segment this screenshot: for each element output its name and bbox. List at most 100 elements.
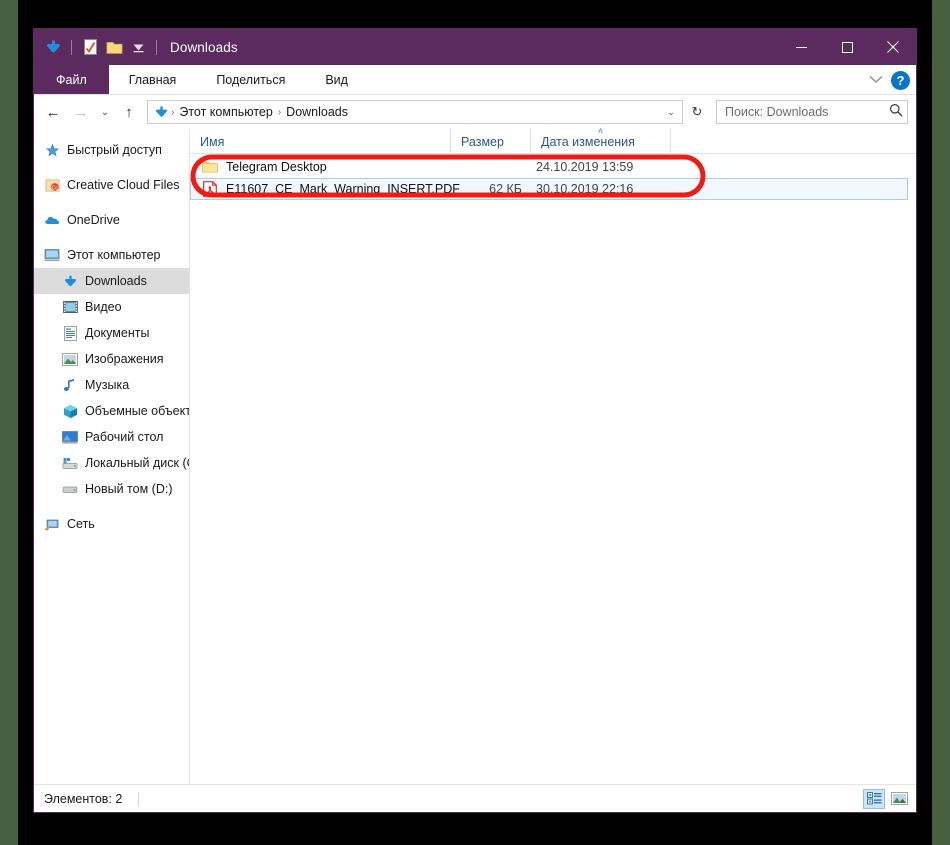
quick-access-toolbar — [34, 36, 162, 58]
file-name: E11607_CE_Mark_Warning_INSERT.PDF — [226, 182, 460, 196]
sidebar-item-label: OneDrive — [67, 213, 120, 227]
sidebar-item-label: Музыка — [85, 378, 130, 392]
breadcrumb-item-this-pc[interactable]: Этот компьютер — [175, 105, 276, 119]
file-name: Telegram Desktop — [226, 160, 327, 174]
tab-view[interactable]: Вид — [305, 65, 368, 94]
pdf-file-icon — [202, 181, 218, 197]
desktop-background-left — [0, 0, 18, 845]
sidebar-item-3d-objects[interactable]: Объемные объект — [34, 398, 189, 424]
file-date-modified: 30.10.2019 22:16 — [536, 182, 634, 196]
close-button[interactable] — [870, 29, 916, 65]
sidebar-item-local-disk-c[interactable]: Локальный диск (C — [34, 450, 189, 476]
sidebar-item-label: Рабочий стол — [85, 430, 164, 444]
ribbon-tab-bar: Файл Главная Поделиться Вид ? — [34, 65, 916, 95]
sidebar-item-creative-cloud-files[interactable]: Cc Creative Cloud Files — [34, 172, 189, 198]
status-bar: Элементов: 2 — [34, 784, 916, 812]
sidebar-item-downloads[interactable]: Downloads — [34, 268, 189, 294]
navigation-pane[interactable]: Быстрый доступ Cc Creative Cloud Files O… — [34, 129, 190, 784]
sidebar-item-label: Документы — [85, 326, 150, 340]
sidebar-item-network[interactable]: Сеть — [34, 511, 189, 537]
maximize-button[interactable] — [824, 29, 870, 65]
file-date-modified: 24.10.2019 13:59 — [536, 160, 634, 174]
tab-share[interactable]: Поделиться — [196, 65, 305, 94]
pictures-icon — [62, 351, 78, 367]
sidebar-item-label: Быстрый доступ — [67, 143, 162, 157]
search-placeholder: Поиск: Downloads — [725, 105, 829, 119]
3d-objects-icon — [62, 403, 78, 419]
videos-icon — [62, 299, 78, 315]
sidebar-gap-1 — [34, 163, 189, 172]
chevron-down-icon[interactable] — [869, 71, 883, 89]
downloads-folder-icon[interactable] — [42, 36, 64, 58]
column-header-date-label: Дата изменения — [541, 135, 635, 149]
file-explorer-window: Downloads Файл Главная Поделиться Вид ? — [33, 28, 917, 813]
sidebar-item-label: Локальный диск (C — [85, 456, 189, 470]
sidebar-item-label: Этот компьютер — [67, 248, 161, 262]
properties-icon[interactable] — [79, 36, 101, 58]
downloads-arrow-icon — [152, 105, 170, 120]
sidebar-item-music[interactable]: Музыка — [34, 372, 189, 398]
status-separator — [138, 791, 140, 806]
network-icon — [44, 516, 60, 532]
item-count-label: Элементов: 2 — [44, 791, 123, 806]
sidebar-gap-2 — [34, 198, 189, 207]
breadcrumb-dropdown-icon[interactable]: ⌄ — [662, 101, 680, 123]
sidebar-item-videos[interactable]: Видео — [34, 294, 189, 320]
tab-file[interactable]: Файл — [34, 65, 109, 94]
refresh-icon[interactable]: ↻ — [686, 100, 708, 124]
back-button[interactable]: ← — [40, 99, 66, 125]
forward-button: → — [73, 103, 89, 121]
up-button[interactable]: ↑ — [116, 99, 142, 125]
file-list-pane: Имя Размер ˄ Дата изменения Telegram Des… — [190, 126, 916, 784]
svg-text:Cc: Cc — [51, 185, 58, 191]
sidebar-item-documents[interactable]: Документы — [34, 320, 189, 346]
downloads-arrow-icon — [62, 273, 78, 289]
sidebar-item-quick-access[interactable]: Быстрый доступ — [34, 137, 189, 163]
sidebar-item-this-pc[interactable]: Этот компьютер — [34, 242, 189, 268]
onedrive-cloud-icon — [44, 212, 60, 228]
address-bar: ← → ⌄ ↑ › Этот компьютер › Downloads ⌄ ↻… — [34, 95, 916, 129]
sidebar-item-onedrive[interactable]: OneDrive — [34, 207, 189, 233]
quick-access-star-icon — [44, 142, 60, 158]
local-disk-icon — [62, 455, 78, 471]
window-title: Downloads — [170, 39, 238, 55]
tab-home[interactable]: Главная — [109, 65, 197, 94]
customize-qat-chevron-icon[interactable] — [127, 36, 149, 58]
sidebar-item-pictures[interactable]: Изображения — [34, 346, 189, 372]
creative-cloud-icon: Cc — [44, 177, 60, 193]
column-header-size[interactable]: Размер — [450, 128, 530, 153]
column-header-date-modified[interactable]: ˄ Дата изменения — [530, 126, 670, 153]
drive-icon — [62, 481, 78, 497]
help-icon[interactable]: ? — [891, 70, 910, 90]
minimize-button[interactable] — [778, 29, 824, 65]
documents-icon — [62, 325, 78, 341]
folder-icon — [202, 159, 218, 175]
title-bar: Downloads — [34, 29, 916, 65]
file-list[interactable]: Telegram Desktop 24.10.2019 13:59 E11607… — [190, 154, 916, 784]
new-folder-icon[interactable] — [103, 36, 125, 58]
qat-separator-2 — [156, 39, 157, 55]
table-row[interactable]: Telegram Desktop 24.10.2019 13:59 — [190, 156, 916, 178]
details-view-button[interactable] — [863, 788, 885, 809]
sidebar-item-desktop[interactable]: Рабочий стол — [34, 424, 189, 450]
desktop-icon — [62, 429, 78, 445]
window-controls — [778, 29, 916, 65]
breadcrumb-item-downloads[interactable]: Downloads — [282, 105, 352, 119]
table-row[interactable]: E11607_CE_Mark_Warning_INSERT.PDF 62 КБ … — [190, 178, 908, 200]
sidebar-gap-4 — [34, 502, 189, 511]
sidebar-item-label: Изображения — [85, 352, 164, 366]
search-input[interactable]: Поиск: Downloads — [716, 100, 908, 124]
column-header-name-label: Имя — [200, 135, 225, 149]
search-icon[interactable] — [889, 103, 903, 122]
sidebar-item-label: Объемные объект — [85, 404, 189, 418]
sidebar-item-label: Сеть — [67, 517, 95, 531]
recent-locations-button[interactable]: ⌄ — [96, 99, 114, 125]
sidebar-gap-3 — [34, 233, 189, 242]
sidebar-item-new-volume-d[interactable]: Новый том (D:) — [34, 476, 189, 502]
sort-ascending-caret-icon: ˄ — [597, 126, 604, 136]
music-note-icon — [62, 377, 78, 393]
qat-separator-1 — [71, 39, 72, 55]
large-icons-view-button[interactable] — [888, 789, 910, 809]
column-header-name[interactable]: Имя — [190, 128, 450, 153]
breadcrumb[interactable]: › Этот компьютер › Downloads ⌄ — [147, 100, 683, 124]
